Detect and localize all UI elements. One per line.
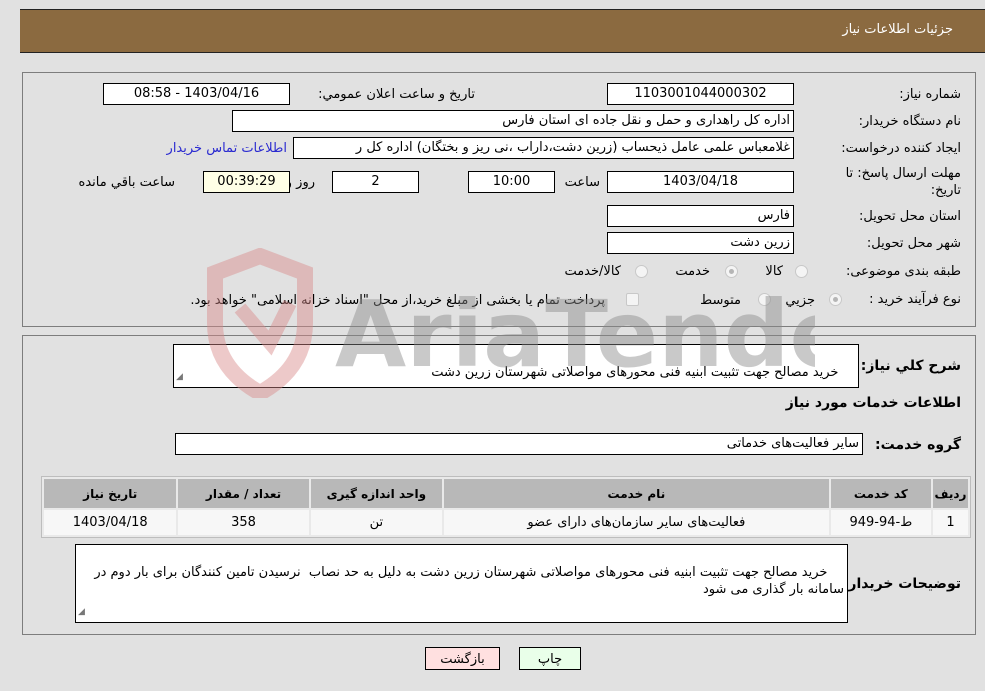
process-radio-medium[interactable] bbox=[758, 293, 771, 306]
treasury-payment-checkbox[interactable] bbox=[626, 293, 639, 306]
cell-row-number: 1 bbox=[932, 510, 968, 535]
cell-service-name: فعالیت‌های سایر سازمان‌های دارای عضو bbox=[444, 510, 829, 535]
category-radio-goods-service[interactable] bbox=[635, 265, 648, 278]
cell-need-date: 1403/04/18 bbox=[44, 510, 177, 535]
resize-grip-icon[interactable]: ◢ bbox=[176, 369, 183, 386]
buyer-contact-link[interactable]: اطلاعات تماس خریدار bbox=[167, 141, 287, 156]
services-table: ردیف کد خدمت نام خدمت واحد اندازه گیری ت… bbox=[41, 476, 971, 538]
process-radio-minor[interactable] bbox=[829, 293, 842, 306]
resize-grip-icon[interactable]: ◢ bbox=[78, 604, 85, 621]
print-button[interactable]: چاپ bbox=[519, 647, 581, 670]
creator-field[interactable]: غلامعباس علمی عامل ذیحساب (زرین دشت،دارا… bbox=[293, 137, 794, 159]
process-option-medium: متوسط bbox=[700, 293, 741, 308]
announce-datetime-field[interactable]: 1403/04/16 - 08:58 bbox=[103, 83, 290, 105]
need-details-panel: شرح کلي نياز: خرید مصالح جهت تثبیت ابنیه… bbox=[22, 335, 976, 635]
days-label: روز و bbox=[285, 175, 315, 190]
deadline-time-label: ساعت bbox=[564, 175, 600, 190]
buyer-notes-text: خرید مصالح جهت تثبیت ابنیه فنی محورهای م… bbox=[90, 565, 844, 597]
remaining-time-field[interactable]: 00:39:29 bbox=[203, 171, 290, 193]
category-option-goods-service: کالا/خدمت bbox=[564, 264, 621, 279]
category-radio-goods[interactable] bbox=[795, 265, 808, 278]
col-quantity: تعداد / مقدار bbox=[178, 479, 309, 508]
summary-textarea[interactable]: خرید مصالح جهت تثبیت ابنیه فنی محورهای م… bbox=[173, 344, 859, 388]
treasury-payment-note: پرداخت تمام یا بخشی از مبلغ خرید،از محل … bbox=[190, 293, 605, 308]
col-need-date: تاریخ نیاز bbox=[44, 479, 177, 508]
deadline-date-field[interactable]: 1403/04/18 bbox=[607, 171, 794, 193]
need-info-panel: شماره نیاز: 1103001044000302 تاریخ و ساع… bbox=[22, 72, 976, 327]
category-option-service: خدمت bbox=[675, 264, 710, 279]
province-field[interactable]: فارس bbox=[607, 205, 794, 227]
cell-quantity: 358 bbox=[178, 510, 309, 535]
buyer-notes-label: توضیحات خریدار: bbox=[842, 576, 961, 592]
table-header-row: ردیف کد خدمت نام خدمت واحد اندازه گیری ت… bbox=[44, 479, 968, 508]
category-radio-service[interactable] bbox=[725, 265, 738, 278]
cell-service-code: ط-94-949 bbox=[830, 510, 931, 535]
col-service-name: نام خدمت bbox=[444, 479, 829, 508]
category-option-goods: کالا bbox=[765, 264, 783, 279]
need-number-label: شماره نیاز: bbox=[899, 87, 961, 102]
creator-label: ایجاد کننده درخواست: bbox=[841, 141, 961, 156]
cell-unit: تن bbox=[310, 510, 443, 535]
page-header: جزئیات اطلاعات نیاز bbox=[20, 9, 985, 53]
days-remaining-field[interactable]: 2 bbox=[332, 171, 419, 193]
table-row: 1 ط-94-949 فعالیت‌های سایر سازمان‌های دا… bbox=[44, 510, 968, 535]
page-title: جزئیات اطلاعات نیاز bbox=[842, 22, 953, 37]
remaining-time-label: ساعت باقي مانده bbox=[78, 175, 175, 190]
deadline-time-field[interactable]: 10:00 bbox=[468, 171, 555, 193]
process-option-minor: جزيي bbox=[785, 293, 815, 308]
deadline-label: مهلت ارسال پاسخ: تا تاریخ: bbox=[845, 166, 961, 198]
col-row-number: ردیف bbox=[932, 479, 968, 508]
buyer-org-field[interactable]: اداره کل راهداری و حمل و نقل جاده ای است… bbox=[232, 110, 794, 132]
buyer-notes-textarea[interactable]: خرید مصالح جهت تثبیت ابنیه فنی محورهای م… bbox=[75, 544, 848, 623]
category-label: طبقه بندی موضوعی: bbox=[845, 264, 961, 279]
summary-label: شرح کلي نياز: bbox=[860, 358, 961, 374]
col-service-code: کد خدمت bbox=[830, 479, 931, 508]
province-label: استان محل تحویل: bbox=[859, 209, 961, 224]
back-button[interactable]: بازگشت bbox=[425, 647, 500, 670]
need-number-field[interactable]: 1103001044000302 bbox=[607, 83, 794, 105]
col-unit: واحد اندازه گیری bbox=[310, 479, 443, 508]
summary-text: خرید مصالح جهت تثبیت ابنیه فنی محورهای م… bbox=[431, 365, 839, 380]
services-heading: اطلاعات خدمات مورد نیاز bbox=[785, 395, 961, 411]
process-type-label: نوع فرآیند خرید : bbox=[869, 292, 961, 307]
buyer-org-label: نام دستگاه خریدار: bbox=[858, 114, 961, 129]
city-label: شهر محل تحویل: bbox=[866, 236, 961, 251]
service-group-label: گروه خدمت: bbox=[875, 437, 961, 453]
city-field[interactable]: زرین دشت bbox=[607, 232, 794, 254]
announce-label: تاریخ و ساعت اعلان عمومي: bbox=[318, 87, 475, 102]
service-group-field[interactable]: سایر فعالیت‌های خدماتی bbox=[175, 433, 863, 455]
